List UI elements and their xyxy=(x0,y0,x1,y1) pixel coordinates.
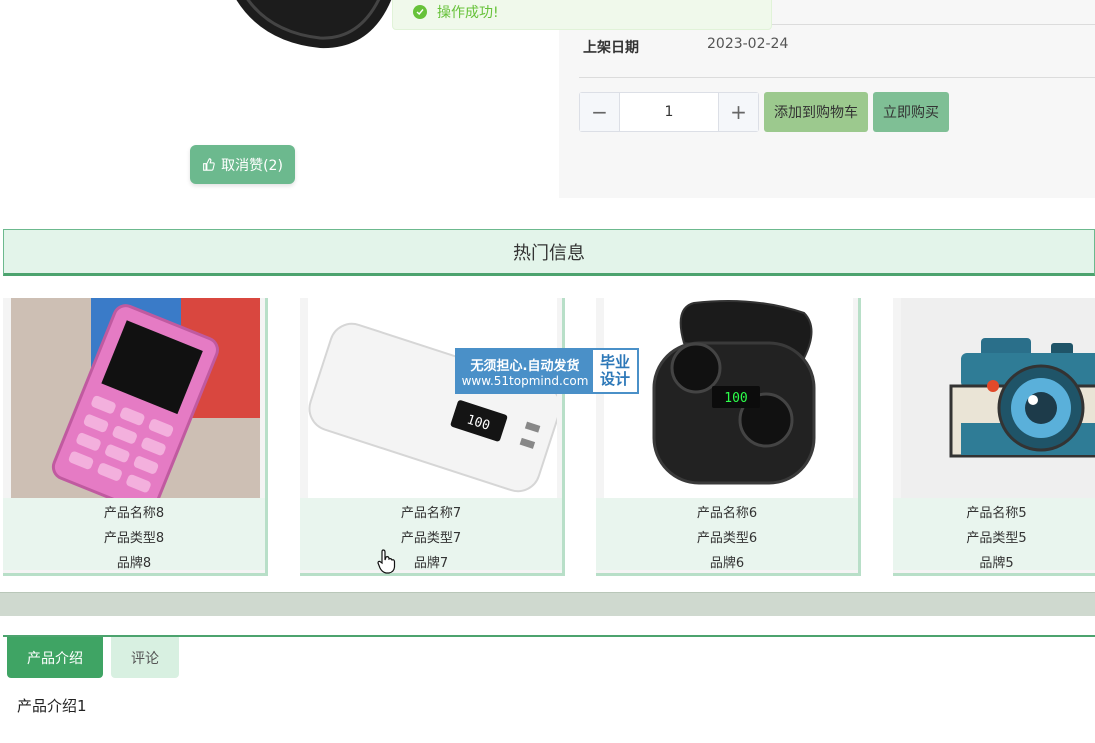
check-circle-icon xyxy=(413,5,427,19)
section-divider xyxy=(0,592,1095,616)
camera-icon xyxy=(949,338,1095,458)
decrease-button[interactable]: − xyxy=(580,93,620,131)
product-meta: 产品名称7 产品类型7 品牌7 xyxy=(300,498,562,571)
hot-info-title: 热门信息 xyxy=(513,242,585,264)
watermark-line1: 无须担心.自动发货 xyxy=(470,358,580,374)
earbuds-case-image xyxy=(236,0,392,49)
tab-comments[interactable]: 评论 xyxy=(111,637,179,678)
unlike-button-label: 取消赞(2) xyxy=(221,157,283,174)
power-bank-icon: 100 xyxy=(308,322,557,493)
watermark-right1: 毕业 xyxy=(599,353,630,371)
product-intro-text: 产品介绍1 xyxy=(17,697,87,715)
quantity-input[interactable] xyxy=(620,93,718,131)
thumbs-up-icon xyxy=(203,158,215,171)
quantity-stepper: − + xyxy=(579,92,759,132)
product-image[interactable]: 100 xyxy=(604,298,853,498)
toast-message: 操作成功! xyxy=(437,5,499,21)
add-to-cart-button[interactable]: 添加到购物车 xyxy=(764,92,868,132)
product-brand: 品牌5 xyxy=(979,556,1014,571)
product-brand: 品牌6 xyxy=(709,556,745,571)
watermark-right2: 设计 xyxy=(599,370,630,388)
product-image[interactable] xyxy=(901,298,1095,498)
svg-text:100: 100 xyxy=(724,391,747,406)
tab-product-intro[interactable]: 产品介绍 xyxy=(7,637,103,678)
success-toast: 操作成功! xyxy=(392,0,772,30)
product-image[interactable]: 100 xyxy=(308,298,557,498)
hot-info-header: 热门信息 xyxy=(3,229,1095,276)
product-type: 产品类型6 xyxy=(696,531,758,546)
product-type: 产品类型8 xyxy=(103,531,165,546)
product-meta: 产品名称8 产品类型8 品牌8 xyxy=(3,498,265,571)
product-detail-page: 取消赞(2) 上架日期 2023-02-24 − + 添加到购物车 立即购买 操… xyxy=(0,0,1095,743)
watermark-badge: 无须担心.自动发货 www.51topmind.com 毕业 设计 xyxy=(455,348,639,394)
product-brand: 品牌8 xyxy=(116,556,152,571)
divider xyxy=(579,77,1095,78)
hand-cursor-icon xyxy=(377,549,396,574)
product-name[interactable]: 产品名称7 xyxy=(401,501,461,526)
product-image[interactable] xyxy=(11,298,260,498)
product-name[interactable]: 产品名称8 xyxy=(104,501,164,526)
product-meta: 产品名称5 产品类型5 品牌5 xyxy=(893,498,1095,571)
buy-now-button[interactable]: 立即购买 xyxy=(873,92,949,132)
product-name[interactable]: 产品名称5 xyxy=(966,501,1026,526)
pink-phone-icon xyxy=(11,298,260,498)
product-name[interactable]: 产品名称6 xyxy=(697,501,757,526)
product-type: 产品类型5 xyxy=(966,531,1027,546)
product-card[interactable]: 100 产品名称7 产品类型7 品牌7 xyxy=(300,298,565,576)
product-card[interactable]: 100 产品名称6 产品类型6 品牌6 xyxy=(596,298,861,576)
product-card[interactable]: 产品名称5 产品类型5 品牌5 xyxy=(893,298,1095,576)
product-meta: 产品名称6 产品类型6 品牌6 xyxy=(596,498,858,571)
earbuds-case-icon: 100 xyxy=(652,299,816,485)
shelf-date-value: 2023-02-24 xyxy=(707,36,789,52)
increase-button[interactable]: + xyxy=(718,93,758,131)
product-card[interactable]: 产品名称8 产品类型8 品牌8 xyxy=(3,298,268,576)
watermark-line2: www.51topmind.com xyxy=(461,373,589,388)
product-type: 产品类型7 xyxy=(400,531,462,546)
shelf-date-label: 上架日期 xyxy=(583,40,639,56)
unlike-button[interactable]: 取消赞(2) xyxy=(190,145,295,184)
product-brand: 品牌7 xyxy=(413,556,449,571)
